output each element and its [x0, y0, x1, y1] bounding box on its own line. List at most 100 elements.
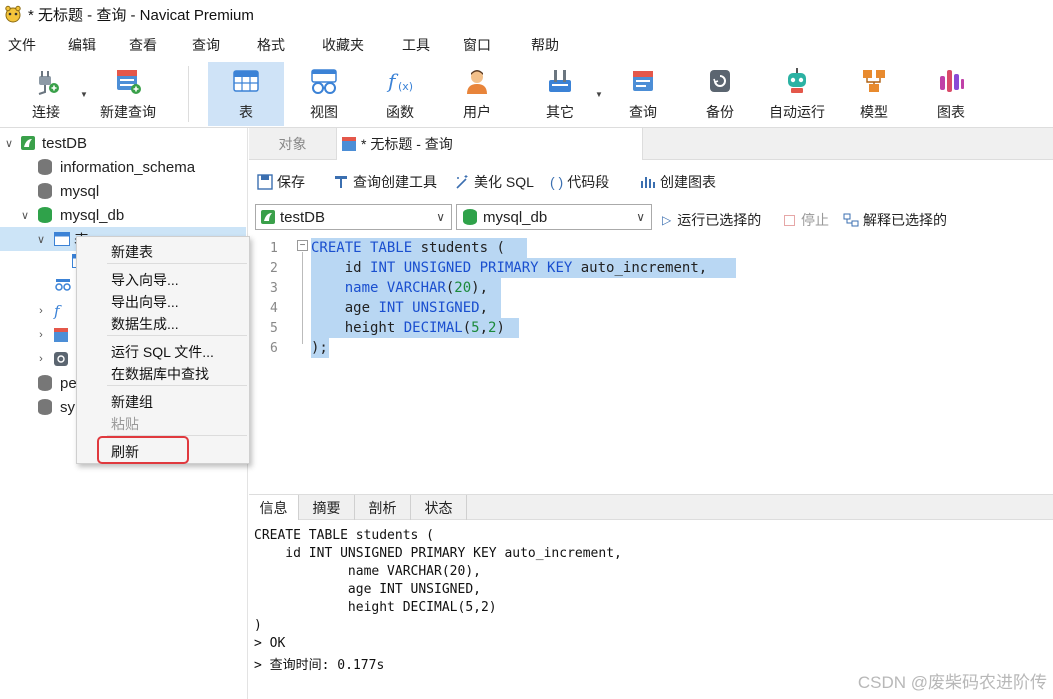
backup-icon	[710, 70, 730, 92]
tree-label: mysql	[60, 182, 100, 200]
new-query-icon	[117, 70, 141, 94]
line-number: 5	[270, 321, 278, 336]
connect-button[interactable]: 连接	[18, 62, 74, 126]
view-icon	[311, 69, 337, 94]
tab-status[interactable]: 状态	[411, 495, 467, 521]
mysql-connection-icon	[21, 136, 35, 150]
line-number: 2	[270, 261, 278, 276]
tab-info[interactable]: 信息	[249, 495, 299, 521]
menu-window[interactable]: 窗口	[463, 35, 491, 55]
menu-help[interactable]: 帮助	[531, 35, 559, 55]
save-button[interactable]: 保存	[257, 172, 305, 192]
tree-item-mysql[interactable]: mysql	[38, 179, 99, 203]
table-button[interactable]: 表	[208, 62, 284, 126]
other-button[interactable]: 其它	[530, 62, 590, 126]
backup-button[interactable]: 备份	[690, 62, 750, 126]
connection-select[interactable]: testDB ∨	[255, 204, 452, 230]
chevron-down-icon: ∨	[436, 210, 445, 224]
tab-profile[interactable]: 剖析	[355, 495, 411, 521]
tab-summary-label: 摘要	[312, 500, 341, 516]
model-button[interactable]: 模型	[844, 62, 904, 126]
database-open-icon	[38, 207, 52, 223]
menu-item-export-wizard[interactable]: 导出向导...	[111, 292, 179, 312]
backup-label: 备份	[706, 104, 734, 120]
code-snippet-button[interactable]: ( ) 代码段	[550, 172, 609, 192]
menu-item-new-table[interactable]: 新建表	[111, 242, 153, 262]
tree-item-queries[interactable]: ›	[34, 323, 68, 347]
explain-icon	[843, 213, 859, 227]
menu-format[interactable]: 格式	[257, 35, 285, 55]
automation-button[interactable]: 自动运行	[763, 62, 831, 126]
menu-item-new-group[interactable]: 新建组	[111, 392, 153, 412]
svg-text:(x): (x)	[398, 80, 413, 93]
main-toolbar: 连接 ▼ 新建查询 表 视图 f (x) 函数 用户 其它 ▼ 查询 备份 自动…	[0, 58, 1053, 128]
mysql-connection-icon	[261, 210, 275, 224]
menu-tools[interactable]: 工具	[402, 35, 430, 55]
tree-item-functions[interactable]: › f	[34, 299, 59, 323]
fold-collapse-icon[interactable]: −	[297, 240, 308, 251]
toolbar-separator	[188, 66, 189, 122]
table-icon	[233, 70, 259, 92]
new-query-button[interactable]: 新建查询	[94, 62, 162, 126]
tree-item-mysql-db[interactable]: ∨ mysql_db	[18, 203, 124, 227]
query-button[interactable]: 查询	[613, 62, 673, 126]
tab-info-label: 信息	[259, 500, 288, 516]
chevron-right-icon[interactable]: ›	[34, 329, 48, 341]
output-line: id INT UNSIGNED PRIMARY KEY auto_increme…	[254, 546, 622, 561]
function-label: 函数	[386, 104, 414, 120]
tab-objects[interactable]: 对象	[249, 128, 336, 160]
view-button[interactable]: 视图	[294, 62, 354, 126]
menu-query[interactable]: 查询	[192, 35, 220, 55]
create-chart-button[interactable]: 创建图表	[640, 172, 716, 192]
tree-item-backups[interactable]: ›	[34, 347, 68, 371]
menu-edit[interactable]: 编辑	[68, 35, 96, 55]
new-query-label: 新建查询	[100, 104, 156, 120]
menu-item-find-in-database[interactable]: 在数据库中查找	[111, 364, 209, 384]
code-line-4: age INT UNSIGNED,	[311, 300, 489, 316]
context-menu: 新建表 导入向导... 导出向导... 数据生成... 运行 SQL 文件...…	[76, 236, 250, 464]
chevron-down-icon[interactable]: ∨	[18, 209, 32, 222]
menu-divider	[107, 385, 247, 386]
chevron-down-icon[interactable]: ∨	[34, 233, 48, 246]
tab-query[interactable]: * 无标题 - 查询	[336, 128, 643, 160]
tree-item-sys[interactable]: sy	[38, 395, 75, 419]
database-select[interactable]: mysql_db ∨	[456, 204, 652, 230]
chart-button[interactable]: 图表	[921, 62, 981, 126]
fold-line	[302, 252, 303, 344]
other-dropdown-arrow-icon[interactable]: ▼	[595, 90, 603, 99]
code-line-3: name VARCHAR(20),	[311, 280, 489, 296]
stop-button[interactable]: 停止	[784, 210, 829, 230]
function-button[interactable]: f (x) 函数	[370, 62, 430, 126]
menu-item-paste: 粘贴	[111, 416, 139, 432]
menu-bar: 文件 编辑 查看 查询 格式 收藏夹 工具 窗口 帮助	[0, 32, 1053, 58]
beautify-sql-button[interactable]: 美化 SQL	[454, 172, 534, 192]
tree-item-performance-schema[interactable]: pe	[38, 371, 77, 395]
tree-item-information-schema[interactable]: information_schema	[38, 155, 195, 179]
connect-label: 连接	[32, 104, 60, 120]
menu-item-run-sql-file[interactable]: 运行 SQL 文件...	[111, 342, 214, 362]
run-selected-button[interactable]: ▷ 运行已选择的	[662, 210, 761, 230]
chevron-right-icon[interactable]: ›	[34, 305, 48, 317]
user-label: 用户	[463, 104, 491, 120]
title-bar: * 无标题 - 查询 - Navicat Premium	[0, 0, 1053, 28]
tree-item-testdb[interactable]: ∨ testDB	[2, 131, 87, 155]
chevron-right-icon[interactable]: ›	[34, 353, 48, 365]
menu-item-data-generation[interactable]: 数据生成...	[111, 314, 179, 334]
query-builder-button[interactable]: 查询创建工具	[333, 172, 437, 192]
connect-dropdown-arrow-icon[interactable]: ▼	[80, 90, 88, 99]
menu-view[interactable]: 查看	[129, 35, 157, 55]
table-icon	[54, 232, 70, 246]
stop-label: 停止	[801, 212, 829, 228]
other-label: 其它	[546, 104, 574, 120]
navicat-app-icon	[5, 5, 21, 23]
menu-divider	[107, 263, 247, 264]
tab-summary[interactable]: 摘要	[299, 495, 355, 521]
menu-item-import-wizard[interactable]: 导入向导...	[111, 270, 179, 290]
menu-favorites[interactable]: 收藏夹	[322, 35, 364, 55]
chevron-down-icon[interactable]: ∨	[2, 137, 16, 150]
user-button[interactable]: 用户	[447, 62, 507, 126]
menu-file[interactable]: 文件	[8, 35, 36, 55]
function-icon: f (x)	[386, 69, 413, 93]
explain-selected-button[interactable]: 解释已选择的	[843, 210, 947, 230]
output-line: name VARCHAR(20),	[254, 564, 481, 579]
